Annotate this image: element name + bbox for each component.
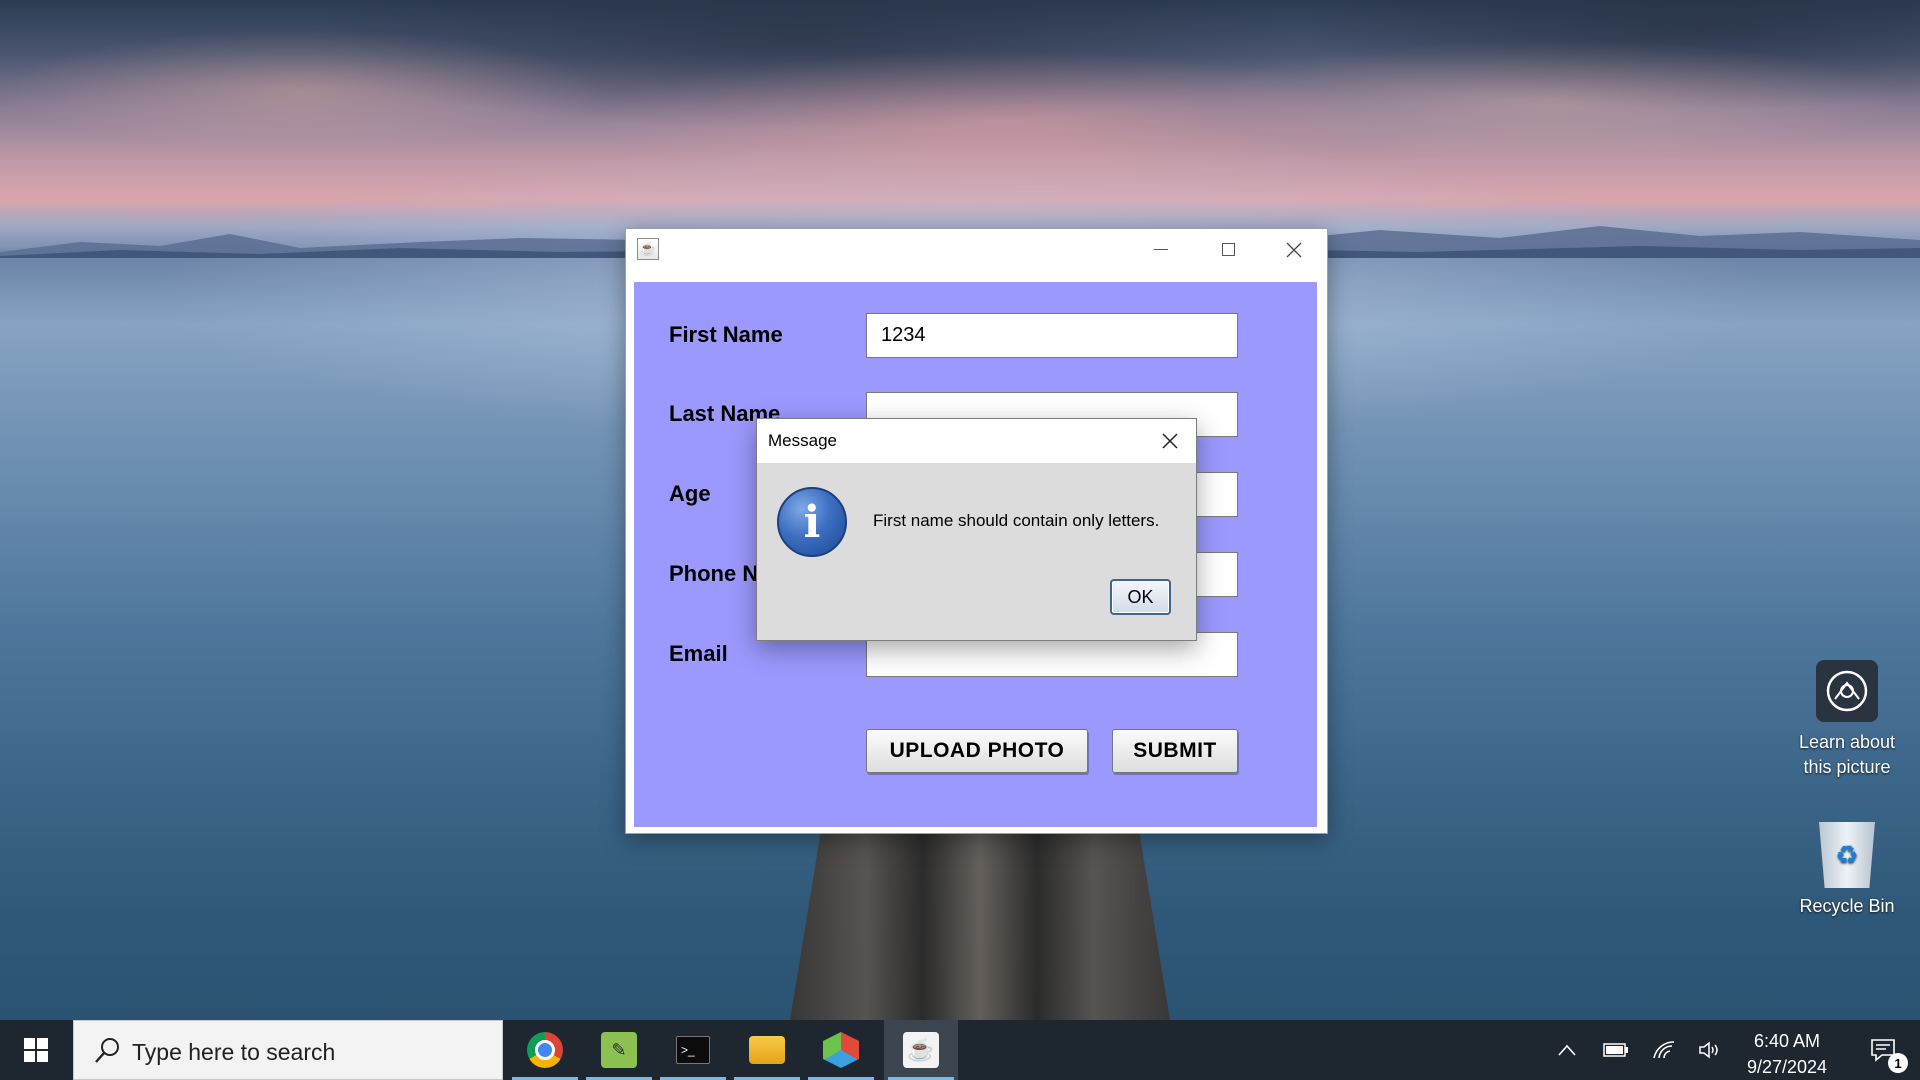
- chrome-icon: [527, 1032, 563, 1068]
- close-button[interactable]: [1261, 229, 1327, 270]
- taskbar-search[interactable]: Type here to search: [73, 1020, 503, 1080]
- notification-badge: 1: [1888, 1053, 1908, 1073]
- first-name-label: First Name: [669, 322, 783, 347]
- notepad-plus-icon: ✎: [601, 1032, 637, 1068]
- chevron-up-icon: [1558, 1044, 1576, 1056]
- search-placeholder: Type here to search: [132, 1039, 336, 1065]
- search-icon: [95, 1038, 119, 1063]
- taskbar-app-file-explorer[interactable]: [730, 1020, 804, 1080]
- taskbar-app-notepad-plus[interactable]: ✎: [582, 1020, 656, 1080]
- start-button[interactable]: [0, 1020, 72, 1080]
- taskbar-app-chrome[interactable]: [508, 1020, 582, 1080]
- info-icon: i: [777, 487, 847, 557]
- battery-button[interactable]: [1598, 1020, 1634, 1080]
- taskbar-clock[interactable]: 6:40 AM 9/27/2024: [1722, 1028, 1852, 1080]
- dialog-message: First name should contain only letters.: [873, 511, 1160, 530]
- message-dialog: Message i First name should contain only…: [756, 418, 1197, 641]
- minimize-icon: [1154, 249, 1168, 250]
- camera-icon: [1816, 660, 1878, 722]
- taskbar: Type here to search ✎ >_ ☕ 6:40 AM 9/27/…: [0, 1020, 1920, 1080]
- taskbar-app-3d-viewer[interactable]: [804, 1020, 878, 1080]
- battery-icon: [1603, 1043, 1628, 1057]
- ok-button[interactable]: OK: [1110, 579, 1171, 615]
- age-label: Age: [669, 481, 711, 506]
- maximize-button[interactable]: [1195, 229, 1261, 270]
- java-icon: ☕: [903, 1032, 939, 1068]
- first-name-field[interactable]: 1234: [866, 313, 1238, 358]
- minimize-button[interactable]: [1128, 229, 1194, 270]
- taskbar-app-java[interactable]: ☕: [884, 1020, 958, 1080]
- clock-date: 9/27/2024: [1746, 1057, 1828, 1077]
- dialog-titlebar[interactable]: Message: [757, 419, 1196, 463]
- recycle-bin-icon: ♻: [1819, 822, 1875, 888]
- desktop-icon-learn-about-picture[interactable]: Learn about this picture: [1792, 660, 1902, 780]
- file-explorer-icon: [749, 1036, 785, 1064]
- wifi-icon: [1653, 1041, 1675, 1059]
- java-icon[interactable]: ☕: [637, 238, 659, 260]
- windows-icon: [24, 1038, 48, 1062]
- desktop-icon-recycle-bin[interactable]: ♻ Recycle Bin: [1792, 822, 1902, 919]
- window-titlebar[interactable]: ☕: [626, 229, 1327, 270]
- desktop-icon-label: Learn about: [1798, 732, 1896, 752]
- email-label: Email: [669, 641, 728, 666]
- close-icon: [1162, 433, 1178, 449]
- desktop-icon-label: this picture: [1803, 757, 1891, 777]
- clock-time: 6:40 AM: [1753, 1031, 1821, 1051]
- maximize-icon: [1221, 243, 1235, 256]
- wallpaper-clouds: [0, 0, 1920, 230]
- volume-icon: [1699, 1041, 1718, 1059]
- dialog-close-button[interactable]: [1152, 423, 1188, 459]
- upload-photo-button[interactable]: UPLOAD PHOTO: [866, 729, 1088, 773]
- submit-button[interactable]: SUBMIT: [1112, 729, 1238, 773]
- dialog-title: Message: [768, 431, 837, 450]
- network-button[interactable]: [1646, 1020, 1682, 1080]
- taskbar-app-terminal[interactable]: >_: [656, 1020, 730, 1080]
- close-icon: [1286, 242, 1302, 257]
- show-hidden-icons-button[interactable]: [1552, 1020, 1582, 1080]
- terminal-icon: >_: [676, 1036, 710, 1064]
- 3d-viewer-icon: [823, 1032, 859, 1068]
- notifications-button[interactable]: 1: [1852, 1020, 1914, 1080]
- wallpaper-pier: [790, 834, 1170, 1020]
- desktop-icon-label: Recycle Bin: [1799, 896, 1895, 916]
